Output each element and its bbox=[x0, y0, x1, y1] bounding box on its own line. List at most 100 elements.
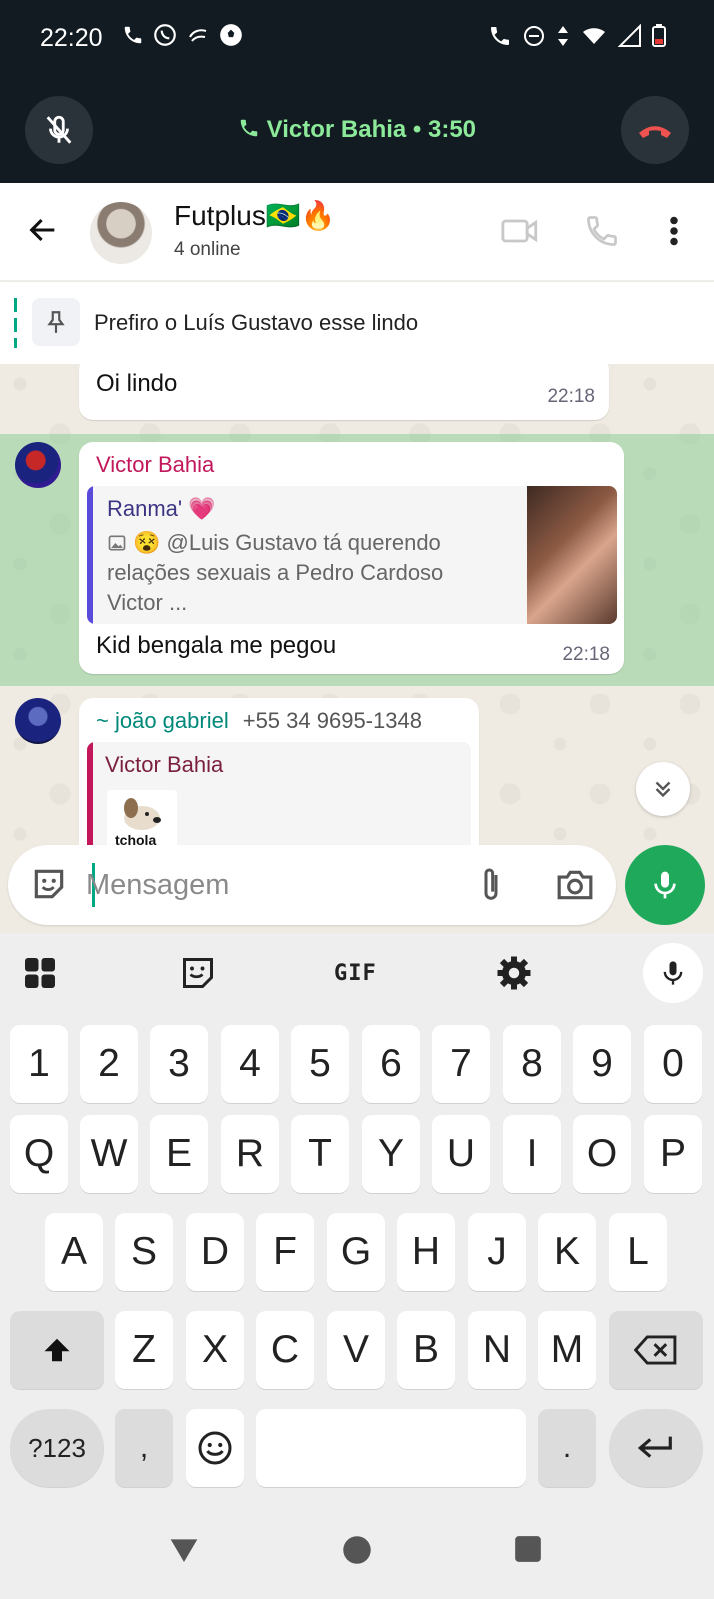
comma-key[interactable]: , bbox=[115, 1409, 173, 1487]
quote-line-3: Victor ... bbox=[107, 590, 188, 615]
key-q[interactable]: Q bbox=[10, 1115, 68, 1193]
sender-name[interactable]: Victor Bahia bbox=[96, 452, 214, 478]
scroll-to-bottom-button[interactable] bbox=[636, 762, 690, 816]
quote-author: Victor Bahia bbox=[105, 752, 224, 777]
key-4[interactable]: 4 bbox=[221, 1025, 279, 1103]
group-avatar[interactable] bbox=[90, 202, 152, 264]
emoji-key[interactable] bbox=[186, 1409, 244, 1487]
message-text: Kid bengala me pegou bbox=[96, 632, 337, 659]
key-d[interactable]: D bbox=[186, 1213, 244, 1291]
message-time: 22:18 bbox=[547, 386, 595, 407]
shift-key[interactable] bbox=[10, 1311, 104, 1389]
chat-messages[interactable]: Oi lindo 22:18 Victor Bahia Ranma' 💗 😵 @… bbox=[0, 364, 714, 918]
key-v[interactable]: V bbox=[327, 1311, 385, 1389]
quote-line-1-text: 😵 @Luis Gustavo tá querendo bbox=[133, 530, 441, 555]
message-bubble[interactable]: Oi lindo 22:18 bbox=[79, 364, 609, 420]
key-w[interactable]: W bbox=[80, 1115, 138, 1193]
key-c[interactable]: C bbox=[256, 1311, 314, 1389]
space-key[interactable] bbox=[256, 1409, 526, 1487]
enter-key[interactable] bbox=[609, 1409, 703, 1487]
call-status-label[interactable]: Victor Bahia • 3:50 bbox=[0, 116, 714, 144]
key-m[interactable]: M bbox=[538, 1311, 596, 1389]
key-s[interactable]: S bbox=[115, 1213, 173, 1291]
key-a[interactable]: A bbox=[45, 1213, 103, 1291]
data-arrows-icon bbox=[558, 26, 568, 46]
sticker-icon[interactable] bbox=[30, 865, 68, 903]
quoted-message[interactable]: Ranma' 💗 😵 @Luis Gustavo tá querendo rel… bbox=[87, 486, 617, 624]
gif-button[interactable]: GIF bbox=[334, 961, 377, 986]
quote-line-1: 😵 @Luis Gustavo tá querendo bbox=[107, 530, 441, 556]
sender-avatar[interactable] bbox=[15, 442, 61, 488]
backspace-key[interactable] bbox=[609, 1311, 703, 1389]
key-g[interactable]: G bbox=[327, 1213, 385, 1291]
pin-icon-box bbox=[32, 298, 80, 346]
pin-indicator bbox=[14, 298, 17, 348]
end-call-button[interactable] bbox=[621, 96, 689, 164]
back-arrow-icon[interactable] bbox=[26, 213, 60, 247]
attach-icon[interactable] bbox=[476, 865, 506, 905]
wifi-icon bbox=[583, 28, 605, 44]
symbols-key[interactable]: ?123 bbox=[10, 1409, 104, 1487]
key-n[interactable]: N bbox=[468, 1311, 526, 1389]
key-t[interactable]: T bbox=[291, 1115, 349, 1193]
period-key[interactable]: . bbox=[538, 1409, 596, 1487]
status-time: 22:20 bbox=[40, 24, 103, 52]
call-status-text: Victor Bahia • 3:50 bbox=[266, 116, 477, 143]
key-y[interactable]: Y bbox=[362, 1115, 420, 1193]
key-1[interactable]: 1 bbox=[10, 1025, 68, 1103]
sender-phone: +55 34 9695-1348 bbox=[242, 708, 422, 733]
key-z[interactable]: Z bbox=[115, 1311, 173, 1389]
battery-icon bbox=[652, 24, 666, 47]
settings-gear-icon[interactable] bbox=[496, 955, 532, 991]
keyboard: GIF 1 2 3 4 5 6 7 8 9 0 Q W E R T Y U I … bbox=[0, 933, 714, 1599]
do-not-disturb-icon bbox=[524, 26, 544, 46]
key-2[interactable]: 2 bbox=[80, 1025, 138, 1103]
pin-icon bbox=[47, 311, 65, 333]
key-f[interactable]: F bbox=[256, 1213, 314, 1291]
voice-call-icon[interactable] bbox=[584, 213, 620, 249]
video-call-icon[interactable] bbox=[500, 213, 540, 249]
message-placeholder: Mensagem bbox=[86, 869, 230, 901]
key-p[interactable]: P bbox=[644, 1115, 702, 1193]
more-options-icon[interactable] bbox=[664, 213, 684, 249]
key-r[interactable]: R bbox=[221, 1115, 279, 1193]
key-e[interactable]: E bbox=[150, 1115, 208, 1193]
key-0[interactable]: 0 bbox=[644, 1025, 702, 1103]
group-title[interactable]: Futplus🇧🇷🔥 bbox=[174, 199, 336, 232]
message-input[interactable]: Mensagem bbox=[8, 845, 616, 925]
message-bubble[interactable]: Victor Bahia Ranma' 💗 😵 @Luis Gustavo tá… bbox=[79, 442, 624, 674]
key-8[interactable]: 8 bbox=[503, 1025, 561, 1103]
key-h[interactable]: H bbox=[397, 1213, 455, 1291]
pinned-message-banner[interactable]: Prefiro o Luís Gustavo esse lindo bbox=[0, 282, 714, 364]
quote-thumbnail bbox=[527, 486, 617, 624]
quote-line-2: relações sexuais a Pedro Cardoso bbox=[107, 560, 444, 585]
key-i[interactable]: I bbox=[503, 1115, 561, 1193]
key-k[interactable]: K bbox=[538, 1213, 596, 1291]
wifi-call-icon bbox=[491, 27, 509, 45]
apps-grid-icon[interactable] bbox=[22, 955, 58, 991]
key-9[interactable]: 9 bbox=[573, 1025, 631, 1103]
key-5[interactable]: 5 bbox=[291, 1025, 349, 1103]
sender-avatar[interactable] bbox=[15, 698, 61, 744]
key-u[interactable]: U bbox=[432, 1115, 490, 1193]
key-o[interactable]: O bbox=[573, 1115, 631, 1193]
key-7[interactable]: 7 bbox=[432, 1025, 490, 1103]
message-time: 22:18 bbox=[562, 644, 610, 665]
key-j[interactable]: J bbox=[468, 1213, 526, 1291]
key-3[interactable]: 3 bbox=[150, 1025, 208, 1103]
double-chevron-down-icon bbox=[655, 781, 671, 798]
sticker-icon[interactable] bbox=[180, 955, 216, 991]
voice-typing-button[interactable] bbox=[643, 943, 703, 1003]
camera-icon[interactable] bbox=[556, 867, 594, 903]
key-b[interactable]: B bbox=[397, 1311, 455, 1389]
nav-back-icon[interactable] bbox=[168, 1535, 200, 1565]
pinned-text: Prefiro o Luís Gustavo esse lindo bbox=[94, 310, 419, 335]
nav-recents-icon[interactable] bbox=[514, 1535, 542, 1563]
key-6[interactable]: 6 bbox=[362, 1025, 420, 1103]
sender-name[interactable]: ~ joão gabriel bbox=[96, 708, 229, 734]
key-x[interactable]: X bbox=[186, 1311, 244, 1389]
nav-home-icon[interactable] bbox=[342, 1535, 372, 1565]
key-l[interactable]: L bbox=[609, 1213, 667, 1291]
mic-icon bbox=[663, 961, 683, 985]
voice-message-button[interactable] bbox=[625, 845, 705, 925]
